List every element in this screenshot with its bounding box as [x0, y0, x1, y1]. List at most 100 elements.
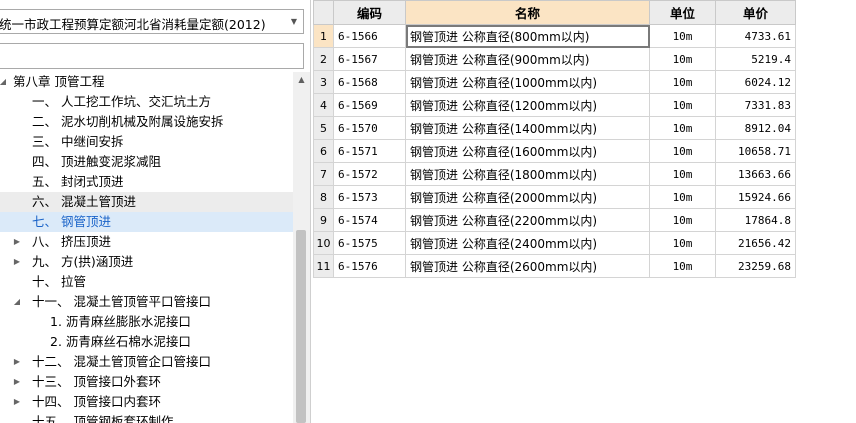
code-cell[interactable]: 6-1576 [333, 254, 406, 278]
price-cell[interactable]: 17864.8 [715, 208, 796, 232]
unit-cell[interactable]: 10m [649, 139, 716, 163]
table-row[interactable]: 5 6-1570 钢管顶进 公称直径(1400mm以内) 10m 8912.04 [313, 116, 796, 140]
expand-icon[interactable]: ▶ [12, 372, 22, 392]
row-number[interactable]: 1 [313, 24, 334, 48]
price-cell[interactable]: 8912.04 [715, 116, 796, 140]
tree-node[interactable]: 六、 混凝土管顶进 [0, 192, 293, 212]
name-cell[interactable]: 钢管顶进 公称直径(1600mm以内) [405, 139, 650, 163]
collapse-icon[interactable]: ◢ [12, 292, 22, 312]
unit-cell[interactable]: 10m [649, 93, 716, 117]
code-column-header[interactable]: 编码 [333, 0, 406, 25]
code-cell[interactable]: 6-1570 [333, 116, 406, 140]
search-input[interactable] [0, 43, 304, 69]
table-row[interactable]: 10 6-1575 钢管顶进 公称直径(2400mm以内) 10m 21656.42 [313, 231, 796, 255]
price-cell[interactable]: 6024.12 [715, 70, 796, 94]
name-cell[interactable]: 钢管顶进 公称直径(900mm以内) [405, 47, 650, 71]
row-number[interactable]: 8 [313, 185, 334, 209]
chevron-down-icon[interactable]: ▼ [287, 13, 301, 30]
unit-cell[interactable]: 10m [649, 24, 716, 48]
tree-node[interactable]: 二、 泥水切削机械及附属设施安拆 [0, 112, 293, 132]
code-cell[interactable]: 6-1572 [333, 162, 406, 186]
expand-icon[interactable]: ▶ [12, 252, 22, 272]
row-number[interactable]: 10 [313, 231, 334, 255]
unit-cell[interactable]: 10m [649, 208, 716, 232]
row-number[interactable]: 2 [313, 47, 334, 71]
tree-node[interactable]: ◢ 十一、 混凝土管顶管平口管接口 [0, 292, 293, 312]
name-cell[interactable]: 钢管顶进 公称直径(2000mm以内) [405, 185, 650, 209]
tree-node[interactable]: 五、 封闭式顶进 [0, 172, 293, 192]
table-row[interactable]: 9 6-1574 钢管顶进 公称直径(2200mm以内) 10m 17864.8 [313, 208, 796, 232]
table-row[interactable]: 4 6-1569 钢管顶进 公称直径(1200mm以内) 10m 7331.83 [313, 93, 796, 117]
table-row[interactable]: 3 6-1568 钢管顶进 公称直径(1000mm以内) 10m 6024.12 [313, 70, 796, 94]
name-cell[interactable]: 钢管顶进 公称直径(2600mm以内) [405, 254, 650, 278]
tree-node[interactable]: 三、 中继间安拆 [0, 132, 293, 152]
code-cell[interactable]: 6-1566 [333, 24, 406, 48]
code-cell[interactable]: 6-1571 [333, 139, 406, 163]
price-cell[interactable]: 23259.68 [715, 254, 796, 278]
unit-cell[interactable]: 10m [649, 70, 716, 94]
tree-node[interactable]: ▶ 九、 方(拱)涵顶进 [0, 252, 293, 272]
unit-cell[interactable]: 10m [649, 254, 716, 278]
row-number[interactable]: 9 [313, 208, 334, 232]
price-cell[interactable]: 21656.42 [715, 231, 796, 255]
tree-node[interactable]: ▶ 十二、 混凝土管顶管企口管接口 [0, 352, 293, 372]
name-cell[interactable]: 钢管顶进 公称直径(1400mm以内) [405, 116, 650, 140]
table-row[interactable]: 7 6-1572 钢管顶进 公称直径(1800mm以内) 10m 13663.66 [313, 162, 796, 186]
unit-cell[interactable]: 10m [649, 47, 716, 71]
unit-cell[interactable]: 10m [649, 162, 716, 186]
code-cell[interactable]: 6-1568 [333, 70, 406, 94]
unit-cell[interactable]: 10m [649, 185, 716, 209]
tree-node[interactable]: 一、 人工挖工作坑、交汇坑土方 [0, 92, 293, 112]
tree-node[interactable]: 2. 沥青麻丝石棉水泥接口 [0, 332, 293, 352]
price-cell[interactable]: 4733.61 [715, 24, 796, 48]
scrollbar-thumb[interactable] [296, 230, 306, 423]
tree-node[interactable]: ▶ 十三、 顶管接口外套环 [0, 372, 293, 392]
tree-node[interactable]: ▶ 十四、 顶管接口内套环 [0, 392, 293, 412]
tree-node[interactable]: 1. 沥青麻丝膨胀水泥接口 [0, 312, 293, 332]
name-cell[interactable]: 钢管顶进 公称直径(2400mm以内) [405, 231, 650, 255]
price-cell[interactable]: 5219.4 [715, 47, 796, 71]
name-column-header[interactable]: 名称 [405, 0, 650, 25]
table-row[interactable]: 1 6-1566 钢管顶进 公称直径(800mm以内) 10m 4733.61 [313, 24, 796, 48]
collapse-icon[interactable]: ◢ [0, 72, 8, 92]
table-row[interactable]: 2 6-1567 钢管顶进 公称直径(900mm以内) 10m 5219.4 [313, 47, 796, 71]
tree-node[interactable]: ▶ 八、 挤压顶进 [0, 232, 293, 252]
expand-icon[interactable]: ▶ [12, 392, 22, 412]
tree-node[interactable]: 七、 钢管顶进 [0, 212, 293, 232]
unit-cell[interactable]: 10m [649, 231, 716, 255]
name-cell[interactable]: 钢管顶进 公称直径(1800mm以内) [405, 162, 650, 186]
row-number[interactable]: 4 [313, 93, 334, 117]
code-cell[interactable]: 6-1573 [333, 185, 406, 209]
tree-node[interactable]: ◢ 第八章 顶管工程 [0, 72, 293, 92]
price-cell[interactable]: 13663.66 [715, 162, 796, 186]
table-row[interactable]: 11 6-1576 钢管顶进 公称直径(2600mm以内) 10m 23259.68 [313, 254, 796, 278]
code-cell[interactable]: 6-1567 [333, 47, 406, 71]
table-row[interactable]: 8 6-1573 钢管顶进 公称直径(2000mm以内) 10m 15924.66 [313, 185, 796, 209]
tree-node[interactable]: 十五、 顶管钢板套环制作 [0, 412, 293, 423]
price-cell[interactable]: 15924.66 [715, 185, 796, 209]
name-cell[interactable]: 钢管顶进 公称直径(2200mm以内) [405, 208, 650, 232]
row-number[interactable]: 11 [313, 254, 334, 278]
tree-node[interactable]: 十、 拉管 [0, 272, 293, 292]
row-number[interactable]: 7 [313, 162, 334, 186]
code-cell[interactable]: 6-1575 [333, 231, 406, 255]
name-cell[interactable]: 钢管顶进 公称直径(1000mm以内) [405, 70, 650, 94]
tree-scrollbar[interactable]: ▲ [293, 72, 310, 423]
name-cell[interactable]: 钢管顶进 公称直径(1200mm以内) [405, 93, 650, 117]
scroll-up-icon[interactable]: ▲ [293, 72, 310, 88]
tree-node[interactable]: 四、 顶进触变泥浆减阻 [0, 152, 293, 172]
unit-cell[interactable]: 10m [649, 116, 716, 140]
unit-column-header[interactable]: 单位 [649, 0, 716, 25]
row-number[interactable]: 6 [313, 139, 334, 163]
expand-icon[interactable]: ▶ [12, 352, 22, 372]
price-cell[interactable]: 10658.71 [715, 139, 796, 163]
row-number[interactable]: 5 [313, 116, 334, 140]
code-cell[interactable]: 6-1574 [333, 208, 406, 232]
table-row[interactable]: 6 6-1571 钢管顶进 公称直径(1600mm以内) 10m 10658.71 [313, 139, 796, 163]
row-number[interactable]: 3 [313, 70, 334, 94]
name-cell[interactable]: 钢管顶进 公称直径(800mm以内) [405, 24, 650, 48]
price-column-header[interactable]: 单价 [715, 0, 796, 25]
price-cell[interactable]: 7331.83 [715, 93, 796, 117]
library-select[interactable]: 统一市政工程预算定额河北省消耗量定额(2012) ▼ [0, 9, 304, 34]
expand-icon[interactable]: ▶ [12, 232, 22, 252]
